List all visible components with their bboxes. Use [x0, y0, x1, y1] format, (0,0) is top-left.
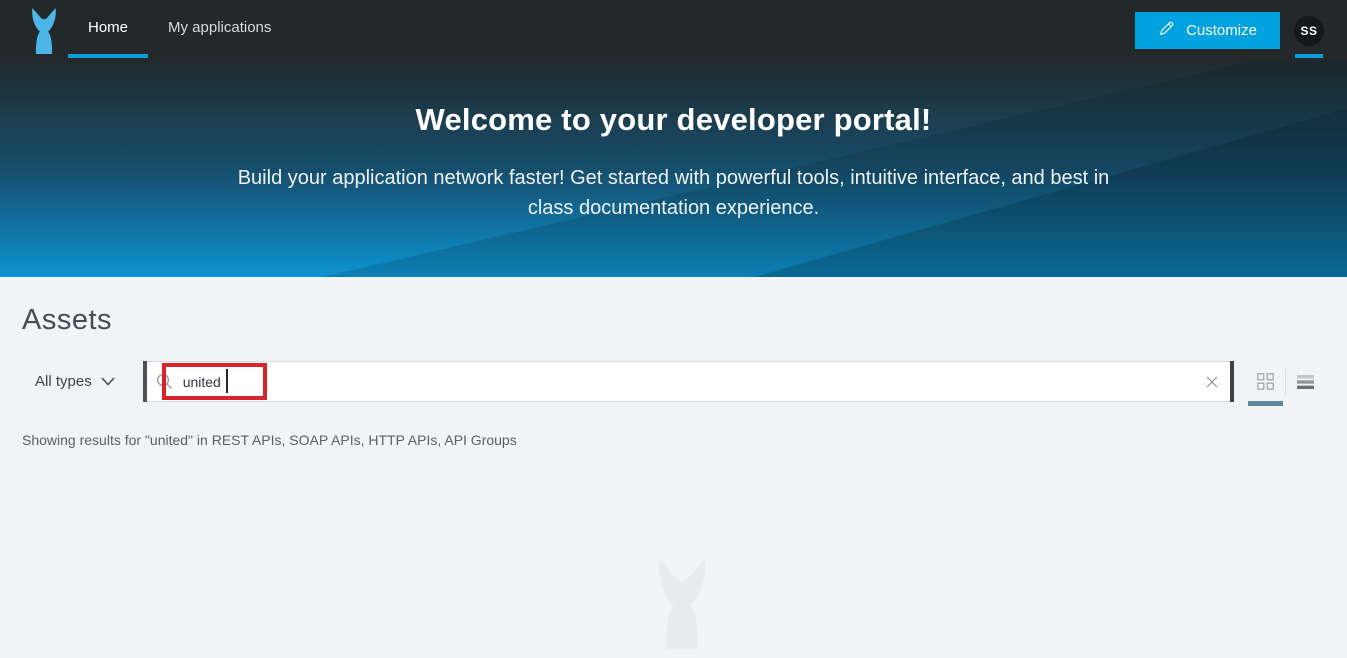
hero-title: Welcome to your developer portal!: [0, 61, 1347, 138]
grid-view-toggle[interactable]: [1246, 361, 1285, 402]
list-view-toggle[interactable]: [1286, 361, 1325, 402]
navbar-tabs: Home My applications: [68, 0, 291, 61]
avatar-initials: SS: [1300, 24, 1317, 38]
mule-logo[interactable]: [22, 7, 66, 54]
user-menu[interactable]: SS: [1294, 0, 1324, 61]
tab-my-applications[interactable]: My applications: [148, 0, 291, 61]
chevron-down-icon: [101, 377, 115, 386]
grid-view-icon: [1257, 373, 1274, 390]
customize-button[interactable]: Customize: [1135, 12, 1280, 49]
pencil-icon: [1158, 20, 1175, 41]
search-row: All types: [22, 361, 1325, 402]
mule-logo-icon: [22, 8, 66, 54]
active-tab-underline: [68, 54, 148, 58]
results-summary: Showing results for "united" in REST API…: [22, 432, 1347, 448]
tab-my-applications-label: My applications: [168, 19, 271, 36]
navbar-right: Customize SS: [1135, 0, 1324, 61]
mule-watermark-logo: [641, 558, 723, 658]
hero-content: Welcome to your developer portal! Build …: [0, 61, 1347, 223]
search-right-accent-bar: [1230, 361, 1234, 402]
avatar-active-underline: [1295, 54, 1323, 58]
hero-banner: Welcome to your developer portal! Build …: [0, 61, 1347, 277]
tab-home[interactable]: Home: [68, 0, 148, 61]
top-navbar: Home My applications Customize SS: [0, 0, 1347, 61]
search-input[interactable]: [183, 374, 1204, 390]
asset-type-filter-label: All types: [35, 373, 92, 390]
clear-search-icon[interactable]: [1204, 374, 1220, 390]
assets-section: Assets All types: [0, 304, 1347, 448]
asset-type-filter[interactable]: All types: [22, 361, 115, 402]
customize-button-label: Customize: [1186, 22, 1257, 39]
view-toggles: [1246, 361, 1325, 402]
grid-view-active-underline: [1248, 401, 1283, 406]
list-view-icon: [1296, 374, 1315, 390]
hero-subtitle: Build your application network faster! G…: [234, 163, 1114, 223]
avatar[interactable]: SS: [1294, 16, 1324, 46]
search-icon: [156, 373, 173, 390]
assets-heading: Assets: [22, 304, 1347, 337]
tab-home-label: Home: [88, 19, 128, 36]
search-box: [147, 361, 1230, 402]
developer-portal-page: Home My applications Customize SS: [0, 0, 1347, 448]
